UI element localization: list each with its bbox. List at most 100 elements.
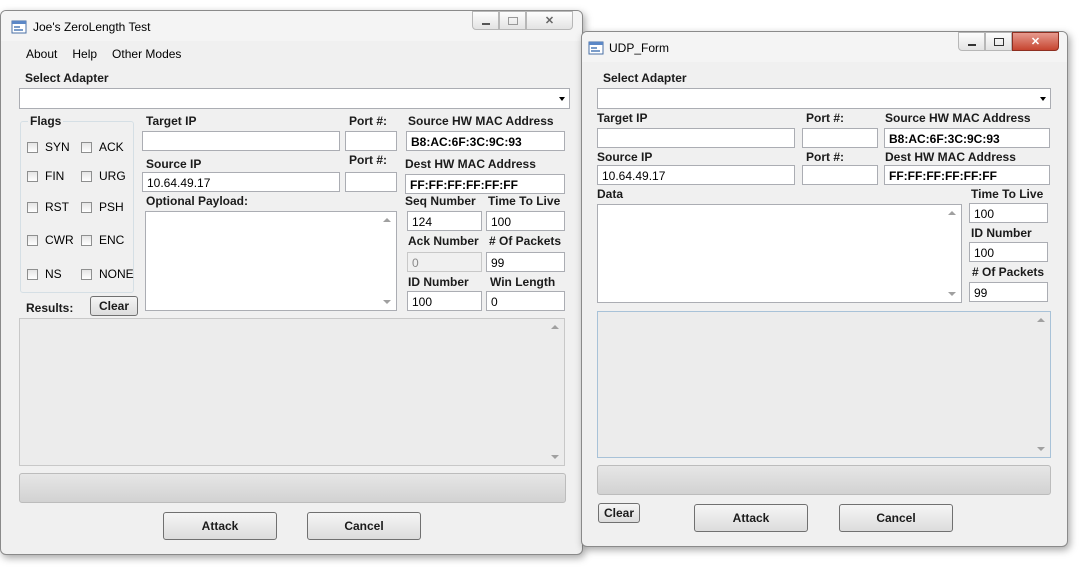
ttl-input[interactable]: 100: [486, 211, 565, 231]
source-ip-label: Source IP: [146, 157, 202, 171]
scroll-up-icon: [1037, 318, 1045, 322]
results-scrollbar[interactable]: [1033, 312, 1050, 457]
clear-button[interactable]: Clear: [598, 503, 640, 523]
menu-other-modes[interactable]: Other Modes: [112, 47, 181, 61]
src-mac-input[interactable]: B8:AC:6F:3C:9C:93: [406, 131, 565, 151]
cancel-button[interactable]: Cancel: [839, 504, 953, 532]
id-input[interactable]: 100: [407, 291, 482, 311]
source-ip-input[interactable]: 10.64.49.17: [597, 165, 795, 185]
payload-textarea[interactable]: [145, 211, 397, 311]
flag-psh-checkbox[interactable]: PSH: [81, 200, 124, 214]
flag-syn-checkbox[interactable]: SYN: [27, 140, 70, 154]
scroll-up-icon: [551, 325, 559, 329]
target-ip-input[interactable]: [142, 131, 340, 151]
progress-bar: [19, 473, 566, 503]
ttl-input[interactable]: 100: [969, 203, 1048, 223]
win-input[interactable]: 0: [486, 291, 565, 311]
maximize-icon: [507, 16, 518, 25]
ttl-label: Time To Live: [971, 187, 1044, 201]
select-adapter-label: Select Adapter: [603, 71, 687, 85]
port2-input[interactable]: [802, 165, 878, 185]
clear-button[interactable]: Clear: [90, 296, 138, 316]
flag-label: NS: [45, 267, 62, 281]
packets-label: # Of Packets: [489, 234, 562, 248]
flag-ack-checkbox[interactable]: ACK: [81, 140, 124, 154]
close-icon: ✕: [544, 15, 555, 27]
flag-label: URG: [99, 169, 126, 183]
flag-enc-checkbox[interactable]: ENC: [81, 233, 124, 247]
port1-input[interactable]: [345, 131, 397, 151]
data-scrollbar[interactable]: [944, 205, 961, 302]
target-ip-label: Target IP: [597, 111, 648, 125]
results-scrollbar[interactable]: [547, 319, 564, 465]
port2-input[interactable]: [345, 172, 397, 192]
port1-label: Port #:: [806, 111, 845, 125]
flag-label: SYN: [45, 140, 70, 154]
target-ip-input[interactable]: [597, 128, 795, 148]
dest-mac-input[interactable]: FF:FF:FF:FF:FF:FF: [884, 165, 1050, 185]
title-bar[interactable]: UDP_Form ✕: [582, 32, 1067, 62]
flag-label: ACK: [99, 140, 124, 154]
packets-input[interactable]: 99: [969, 282, 1048, 302]
attack-button[interactable]: Attack: [163, 512, 277, 540]
id-input[interactable]: 100: [969, 242, 1048, 262]
scroll-down-icon: [948, 292, 956, 296]
scroll-up-icon: [383, 218, 391, 222]
adapter-select[interactable]: [19, 88, 570, 109]
results-box[interactable]: [597, 311, 1051, 458]
data-textarea[interactable]: [597, 204, 962, 303]
target-ip-label: Target IP: [146, 114, 197, 128]
port1-input[interactable]: [802, 128, 878, 148]
flag-urg-checkbox[interactable]: URG: [81, 169, 126, 183]
adapter-select[interactable]: [597, 88, 1051, 109]
title-bar[interactable]: Joe's ZeroLength Test ✕: [1, 11, 582, 41]
checkbox-box: [27, 201, 38, 213]
checkbox-box: [27, 141, 38, 153]
flag-label: CWR: [45, 233, 74, 247]
close-button[interactable]: ✕: [526, 11, 573, 30]
zerolength-window: Joe's ZeroLength Test ✕ About Help Other…: [0, 10, 583, 555]
minimize-button[interactable]: [958, 32, 985, 51]
app-form-icon: [588, 40, 604, 56]
cancel-button[interactable]: Cancel: [307, 512, 421, 540]
src-mac-input[interactable]: B8:AC:6F:3C:9C:93: [884, 128, 1050, 148]
dest-mac-label: Dest HW MAC Address: [405, 157, 536, 171]
dest-mac-input[interactable]: FF:FF:FF:FF:FF:FF: [405, 174, 565, 194]
maximize-button[interactable]: [499, 11, 526, 30]
flag-none-checkbox[interactable]: NONE: [81, 267, 134, 281]
checkbox-box: [81, 201, 92, 213]
menu-help[interactable]: Help: [72, 47, 97, 61]
flag-fin-checkbox[interactable]: FIN: [27, 169, 64, 183]
id-label: ID Number: [971, 226, 1032, 240]
scroll-down-icon: [383, 300, 391, 304]
port2-label: Port #:: [349, 153, 388, 167]
checkbox-box: [27, 268, 38, 280]
source-ip-input[interactable]: 10.64.49.17: [142, 172, 340, 192]
minimize-button[interactable]: [472, 11, 499, 30]
maximize-button[interactable]: [985, 32, 1012, 51]
results-label: Results:: [26, 301, 74, 315]
flag-rst-checkbox[interactable]: RST: [27, 200, 69, 214]
close-button[interactable]: ✕: [1012, 32, 1059, 51]
menu-bar: About Help Other Modes: [26, 47, 196, 61]
select-adapter-label: Select Adapter: [25, 71, 109, 85]
flag-label: ENC: [99, 233, 125, 247]
flag-cwr-checkbox[interactable]: CWR: [27, 233, 74, 247]
checkbox-box: [81, 268, 92, 280]
payload-scrollbar[interactable]: [379, 212, 396, 310]
close-icon: ✕: [1030, 36, 1041, 48]
source-ip-label: Source IP: [597, 150, 653, 164]
menu-about[interactable]: About: [26, 47, 57, 61]
seq-input[interactable]: 124: [407, 211, 482, 231]
id-label: ID Number: [408, 275, 469, 289]
flag-label: PSH: [99, 200, 124, 214]
results-box[interactable]: [19, 318, 565, 466]
packets-input[interactable]: 99: [486, 252, 565, 272]
seq-label: Seq Number: [405, 194, 476, 208]
attack-button[interactable]: Attack: [694, 504, 808, 532]
flag-ns-checkbox[interactable]: NS: [27, 267, 62, 281]
ack-input[interactable]: 0: [407, 252, 482, 272]
progress-bar: [597, 465, 1051, 495]
src-mac-label: Source HW MAC Address: [885, 111, 1031, 125]
port1-label: Port #:: [349, 114, 388, 128]
